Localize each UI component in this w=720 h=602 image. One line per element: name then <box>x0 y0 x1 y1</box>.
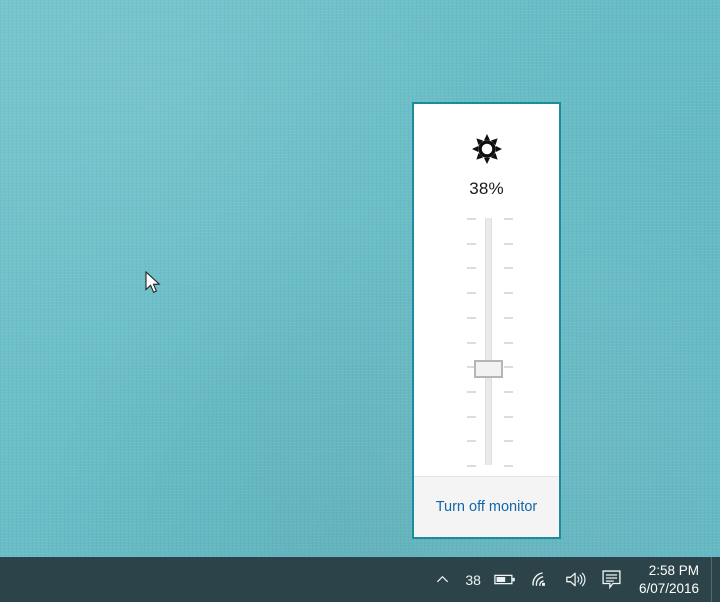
tray-overflow-button[interactable] <box>425 557 459 602</box>
slider-tick <box>467 267 476 269</box>
battery-status-button[interactable] <box>487 557 523 602</box>
clock-time: 2:58 PM <box>648 562 699 578</box>
slider-tick <box>504 218 513 220</box>
slider-tick <box>467 440 476 442</box>
slider-tick <box>467 342 476 344</box>
slider-tick <box>467 317 476 319</box>
chevron-up-icon <box>437 575 449 583</box>
network-status-button[interactable] <box>523 557 558 602</box>
brightness-sun-icon <box>471 134 502 164</box>
brightness-panel-body: 38% <box>414 104 559 476</box>
system-tray: 38 2:58 PM 6/07/2016 <box>425 557 720 602</box>
brightness-icon-container <box>414 134 559 164</box>
speaker-icon <box>566 572 586 587</box>
desktop-background[interactable] <box>0 0 720 602</box>
slider-tick <box>504 243 513 245</box>
slider-tick <box>504 440 513 442</box>
slider-tick <box>504 342 513 344</box>
battery-percent-label: 38 <box>465 571 481 588</box>
clock[interactable]: 2:58 PM 6/07/2016 <box>629 557 711 602</box>
slider-tick <box>467 243 476 245</box>
action-center-button[interactable] <box>594 557 629 602</box>
wifi-icon <box>532 572 545 587</box>
slider-tick <box>504 366 513 368</box>
battery-icon <box>494 574 515 585</box>
arrow-cursor <box>145 271 161 294</box>
notification-icon <box>602 570 621 590</box>
slider-tick <box>504 267 513 269</box>
slider-tick <box>504 317 513 319</box>
desktop-texture <box>0 0 720 602</box>
slider-thumb[interactable] <box>474 360 503 378</box>
taskbar: 38 2:58 PM 6/07/2016 <box>0 557 720 602</box>
slider-track[interactable] <box>485 218 492 465</box>
slider-tick <box>467 465 476 467</box>
slider-tick <box>504 292 513 294</box>
slider-tick <box>467 416 476 418</box>
show-desktop-button[interactable] <box>711 557 720 602</box>
slider-tick <box>504 465 513 467</box>
brightness-slider[interactable] <box>414 218 559 467</box>
brightness-flyout-panel: 38% Turn off monitor <box>412 102 561 539</box>
brightness-percent-label: 38% <box>469 179 504 198</box>
slider-tick <box>504 391 513 393</box>
turn-off-monitor-button[interactable]: Turn off monitor <box>414 477 559 537</box>
slider-tick <box>467 218 476 220</box>
clock-date: 6/07/2016 <box>638 580 699 596</box>
volume-button[interactable] <box>558 557 594 602</box>
slider-tick <box>504 416 513 418</box>
slider-tick <box>467 391 476 393</box>
slider-tick <box>467 292 476 294</box>
